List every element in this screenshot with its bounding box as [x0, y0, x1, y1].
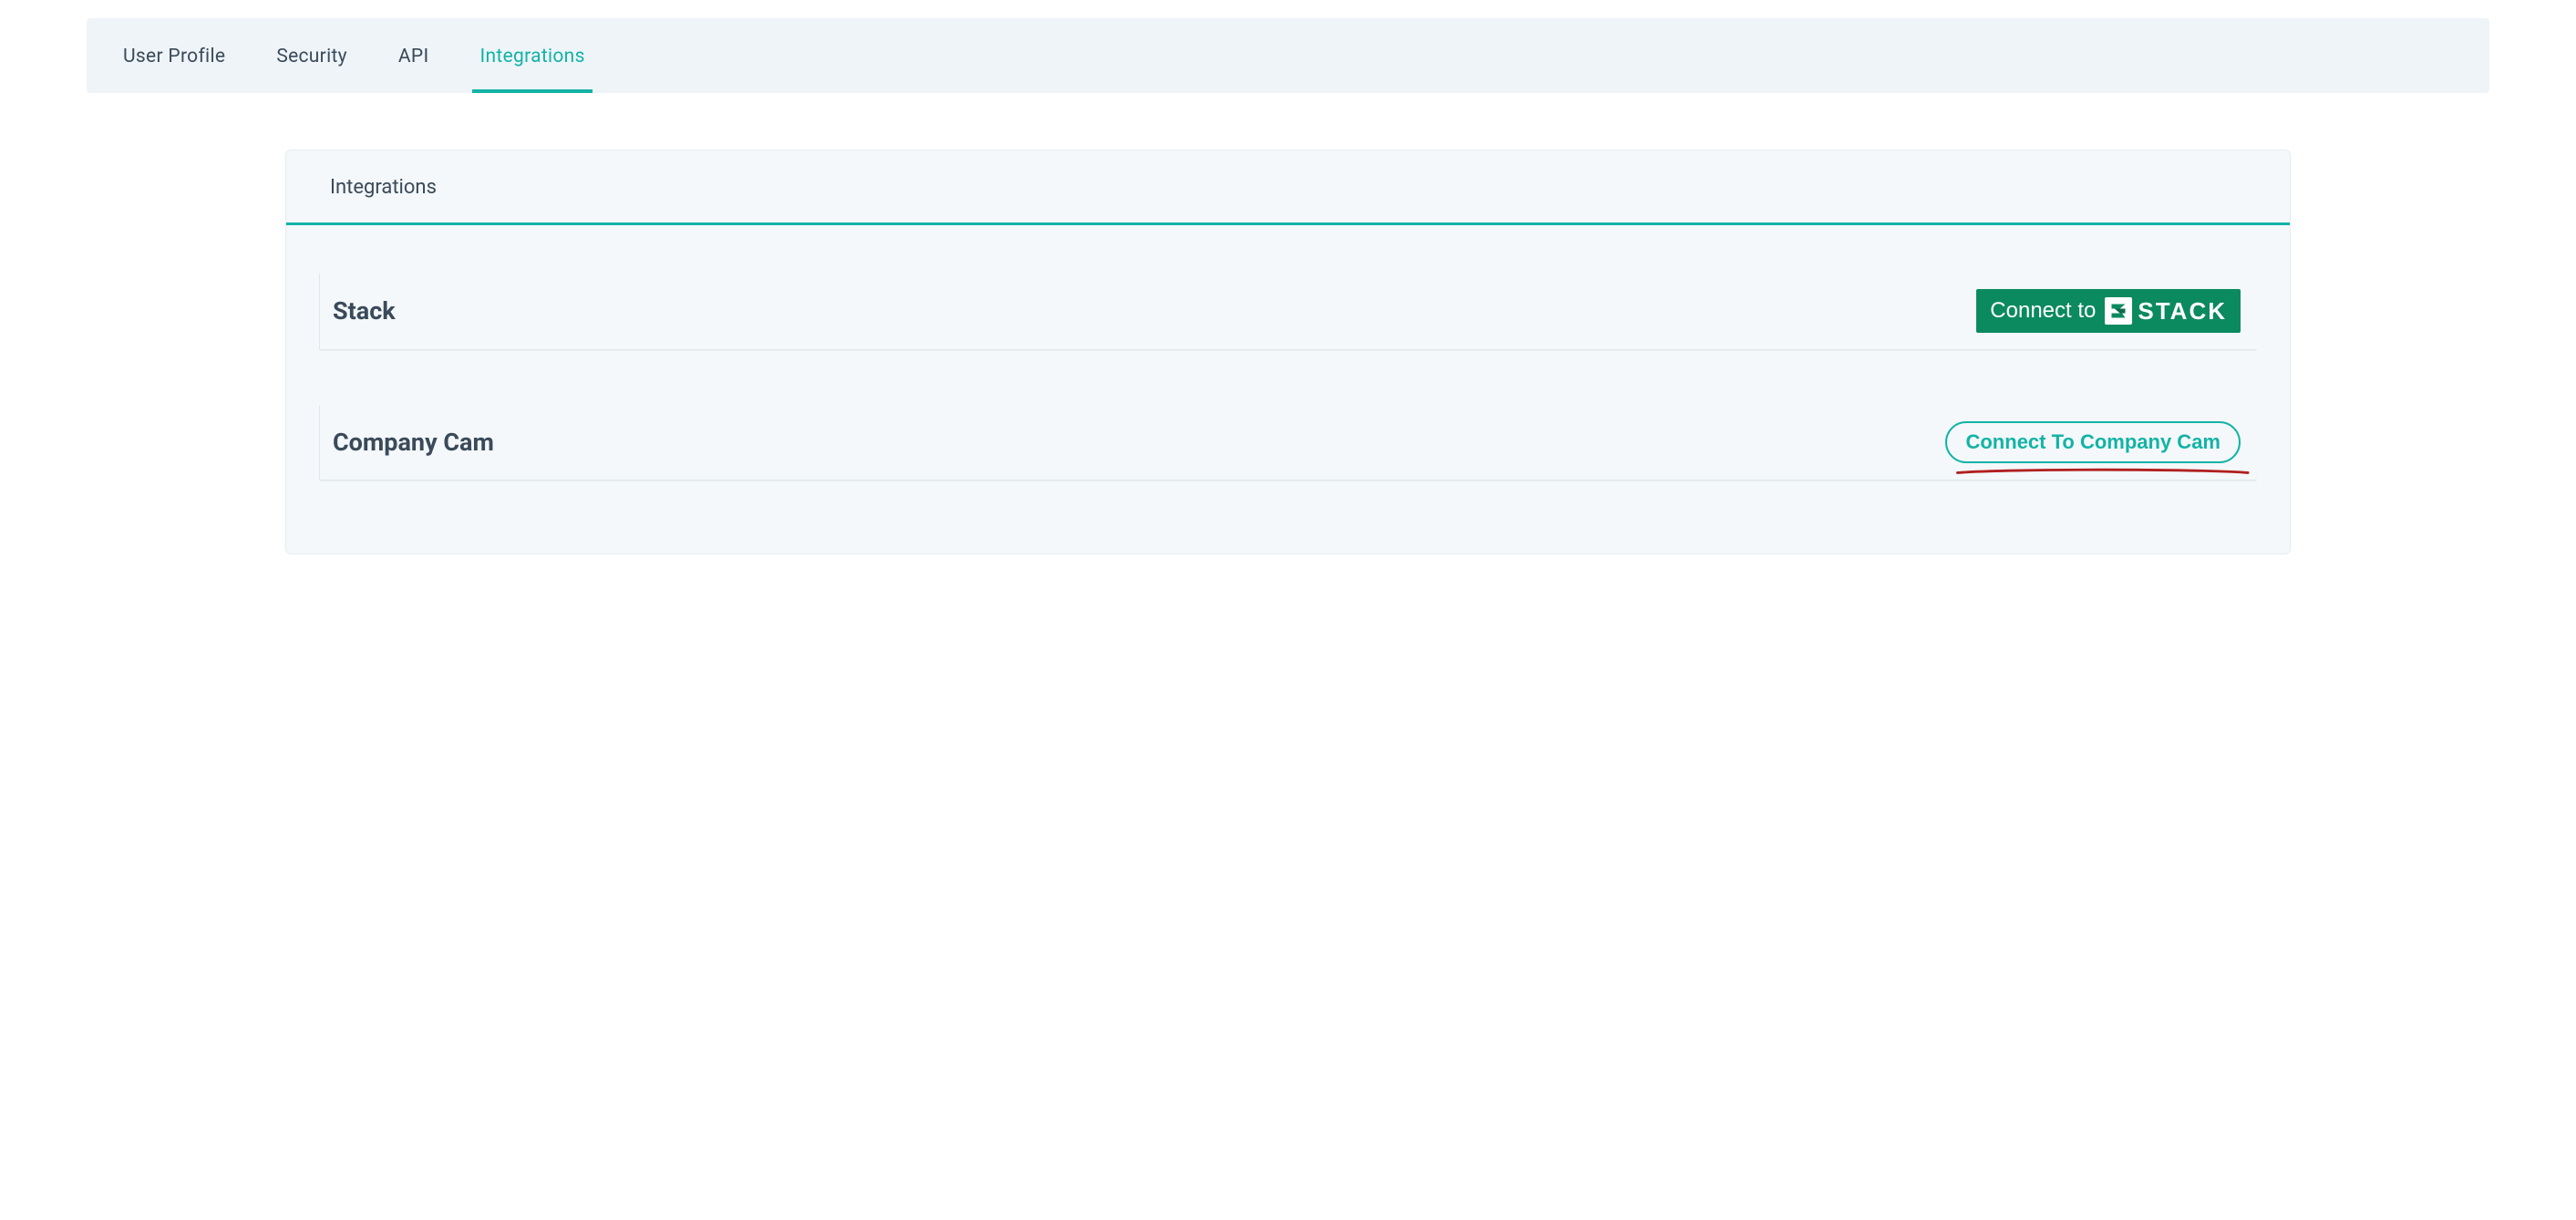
integration-row-company-cam: Company Cam Connect To Company Cam [319, 405, 2257, 481]
stack-logo: STACK [2105, 297, 2227, 325]
tab-user-profile[interactable]: User Profile [116, 18, 232, 93]
s-stripe-icon [2109, 302, 2128, 320]
tab-security[interactable]: Security [269, 18, 355, 93]
stack-logo-word: STACK [2138, 299, 2227, 323]
stack-logo-icon [2105, 297, 2132, 325]
integrations-card: Integrations Stack Connect to STACK [285, 150, 2291, 554]
tab-api[interactable]: API [391, 18, 437, 93]
integration-row-stack: Stack Connect to STACK [319, 273, 2257, 350]
connect-stack-button[interactable]: Connect to STACK [1976, 289, 2241, 333]
annotation-underline-icon [1956, 467, 2250, 476]
integration-title-stack: Stack [333, 296, 396, 326]
settings-tabs: User Profile Security API Integrations [87, 18, 2489, 93]
connect-company-cam-wrap: Connect To Company Cam [1945, 421, 2241, 463]
card-header: Integrations [286, 150, 2290, 225]
tab-integrations[interactable]: Integrations [472, 18, 592, 93]
connect-stack-prefix: Connect to [1990, 300, 2096, 322]
page-container: User Profile Security API Integrations I… [0, 0, 2576, 573]
connect-company-cam-button[interactable]: Connect To Company Cam [1945, 421, 2241, 463]
content-area: Integrations Stack Connect to STACK [267, 150, 2309, 554]
integration-title-company-cam: Company Cam [333, 428, 494, 457]
